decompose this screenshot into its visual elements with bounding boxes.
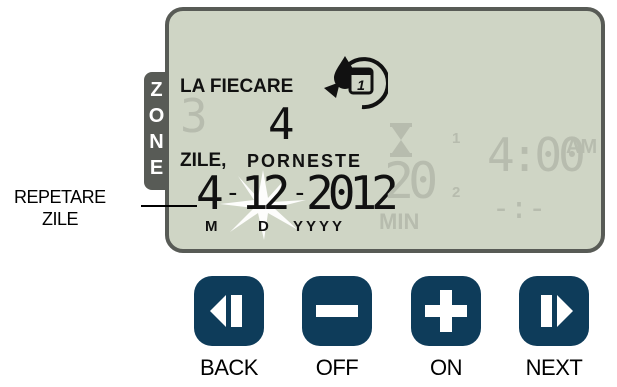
repeat-cycle-icon: 1 <box>324 56 388 110</box>
plus-icon <box>425 290 467 332</box>
minus-icon <box>316 305 358 317</box>
zone-letter-z: Z <box>150 79 163 101</box>
date-label-year: YYYY <box>293 218 346 235</box>
next-icon <box>541 295 573 327</box>
back-button-label: BACK <box>200 355 258 380</box>
zone-letter-n: N <box>149 131 164 153</box>
on-button-label: ON <box>430 355 463 380</box>
repeat-days-value: 4 <box>268 99 295 150</box>
start-time-2: -:- <box>492 191 547 226</box>
start-time-1-ampm: AM <box>566 136 598 158</box>
off-button[interactable] <box>302 276 372 346</box>
duration-unit: MIN <box>379 209 420 234</box>
back-icon <box>210 295 242 327</box>
lcd-title: LA FIECARE <box>180 76 294 97</box>
callout-pointer-line <box>141 205 197 207</box>
zone-letter-e: E <box>149 157 164 179</box>
start-index-2: 2 <box>452 184 461 201</box>
date-label-day: D <box>258 218 269 235</box>
duration-value: 20 <box>384 152 438 210</box>
start-index-1: 1 <box>452 130 461 147</box>
svg-text:1: 1 <box>357 77 365 93</box>
callout-label-line2: ZILE <box>42 209 79 229</box>
zone-tab: Z O N E <box>144 72 169 190</box>
on-button[interactable] <box>411 276 481 346</box>
zone-number: 3 <box>180 89 208 143</box>
next-button-label: NEXT <box>525 355 583 380</box>
callout-label-line1: REPETARE <box>14 187 106 207</box>
date-day: 12 <box>241 166 290 220</box>
back-button[interactable] <box>194 276 264 346</box>
date-month: 4 <box>196 166 224 220</box>
date-label-month: M <box>205 218 218 235</box>
zone-letter-o: O <box>148 105 165 127</box>
next-button[interactable] <box>519 276 589 346</box>
date-separator-1: - <box>225 178 241 208</box>
off-button-label: OFF <box>315 355 359 380</box>
